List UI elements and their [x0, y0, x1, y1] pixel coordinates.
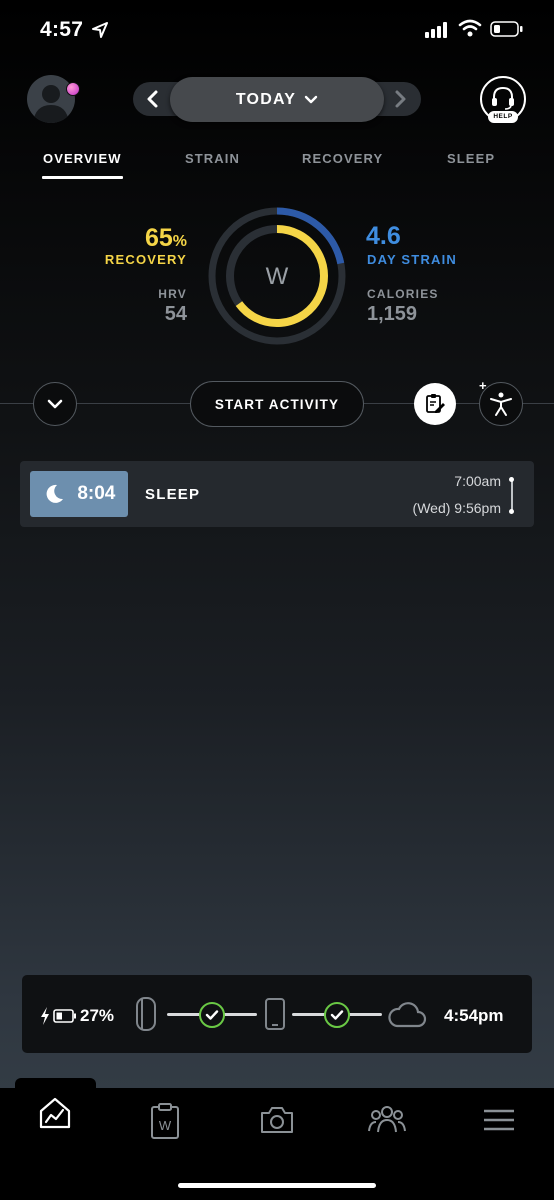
battery-icon — [490, 21, 523, 37]
recovery-label: RECOVERY — [104, 252, 187, 267]
time-range-dot — [509, 477, 514, 482]
status-time: 4:57 — [40, 18, 84, 41]
day-strain-label: DAY STRAIN — [367, 252, 458, 267]
help-badge: HELP — [488, 111, 518, 123]
activity-name: SLEEP — [145, 486, 201, 503]
hrv-value: 54 — [164, 303, 187, 325]
person-silhouette-icon — [33, 85, 69, 123]
journal-button[interactable] — [414, 383, 456, 425]
activity-start-time: 7:00am — [454, 473, 501, 489]
check-icon — [330, 1010, 344, 1020]
menu-icon[interactable] — [483, 1108, 515, 1132]
recovery-score[interactable]: 65% — [145, 224, 187, 253]
person-stretch-icon — [490, 392, 512, 416]
tab-overview[interactable]: OVERVIEW — [43, 151, 122, 166]
charging-bolt-icon — [41, 1007, 49, 1025]
cellular-signal-icon — [425, 22, 447, 38]
activity-end-time: (Wed) 9:56pm — [412, 500, 501, 516]
active-tab-indicator — [42, 176, 123, 179]
start-activity-button[interactable]: START ACTIVITY — [190, 381, 364, 427]
chevron-down-icon — [304, 95, 318, 103]
tab-sleep[interactable]: SLEEP — [447, 151, 495, 166]
date-label: TODAY — [235, 90, 297, 108]
last-sync-time: 4:54pm — [444, 1006, 504, 1025]
phone-sync-check — [324, 1002, 350, 1028]
time-range-dot — [509, 509, 514, 514]
stress-monitor-button[interactable] — [479, 382, 523, 426]
chevron-down-icon — [47, 399, 63, 409]
camera-icon[interactable] — [260, 1106, 294, 1134]
hrv-label: HRV — [158, 287, 187, 301]
time-range-line — [511, 479, 513, 511]
location-arrow-icon — [92, 22, 108, 38]
recovery-strain-ring[interactable]: W — [207, 206, 347, 346]
strap-sync-check — [199, 1002, 225, 1028]
previous-day-icon[interactable] — [145, 89, 161, 109]
clipboard-edit-icon — [426, 394, 445, 413]
activity-duration: 8:04 — [77, 483, 116, 504]
next-day-icon[interactable] — [392, 89, 408, 109]
whoop-logo: W — [266, 263, 289, 290]
moon-icon — [46, 484, 63, 503]
battery-level-icon — [53, 1009, 76, 1023]
notification-dot — [66, 82, 80, 96]
date-dropdown-button[interactable]: TODAY — [170, 77, 384, 122]
tab-recovery[interactable]: RECOVERY — [302, 151, 383, 166]
calories-value: 1,159 — [367, 303, 418, 325]
svg-text:W: W — [159, 1118, 172, 1133]
home-icon[interactable] — [38, 1096, 72, 1130]
wifi-icon — [458, 19, 482, 37]
profile-avatar[interactable] — [27, 75, 75, 123]
tab-strain[interactable]: STRAIN — [185, 151, 240, 166]
battery-percent: 27% — [80, 1006, 115, 1025]
calories-label: CALORIES — [367, 287, 439, 301]
check-icon — [205, 1010, 219, 1020]
strap-battery: 27% — [40, 1006, 114, 1026]
home-indicator — [178, 1183, 376, 1188]
day-strain-value[interactable]: 4.6 — [366, 222, 401, 251]
cloud-icon — [388, 1002, 427, 1028]
journal-icon[interactable]: W — [150, 1102, 180, 1140]
team-icon[interactable] — [368, 1104, 406, 1134]
collapse-button[interactable] — [33, 382, 77, 426]
phone-icon — [265, 998, 285, 1030]
activity-badge: 8:04 — [30, 471, 128, 517]
strap-icon — [136, 997, 156, 1031]
